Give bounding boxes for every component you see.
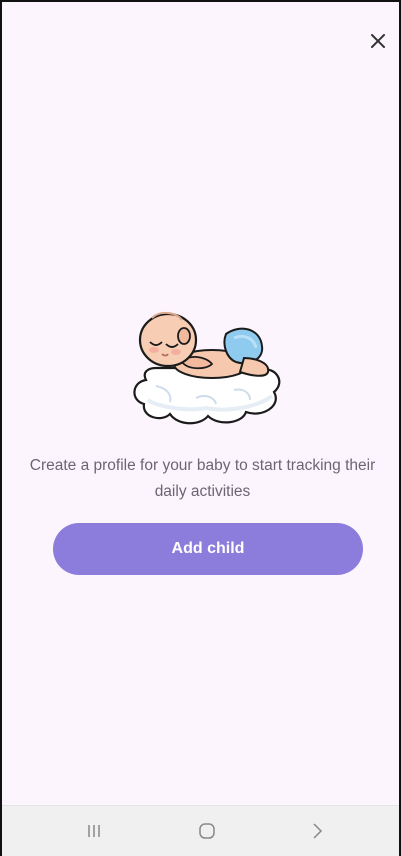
sleeping-baby-illustration (133, 312, 281, 425)
close-button[interactable] (363, 26, 393, 56)
recent-apps-icon (88, 825, 100, 837)
child-profile-screen: Create a profile for your baby to start … (0, 0, 401, 856)
system-navigation-bar (2, 805, 399, 856)
home-icon (199, 823, 215, 839)
recent-apps-button[interactable] (64, 806, 124, 856)
home-button[interactable] (177, 806, 237, 856)
empty-state-message: Create a profile for your baby to start … (29, 457, 376, 500)
back-icon (313, 823, 323, 839)
add-child-button[interactable]: Add child (53, 523, 363, 575)
back-button[interactable] (287, 806, 347, 856)
close-icon (371, 34, 385, 48)
